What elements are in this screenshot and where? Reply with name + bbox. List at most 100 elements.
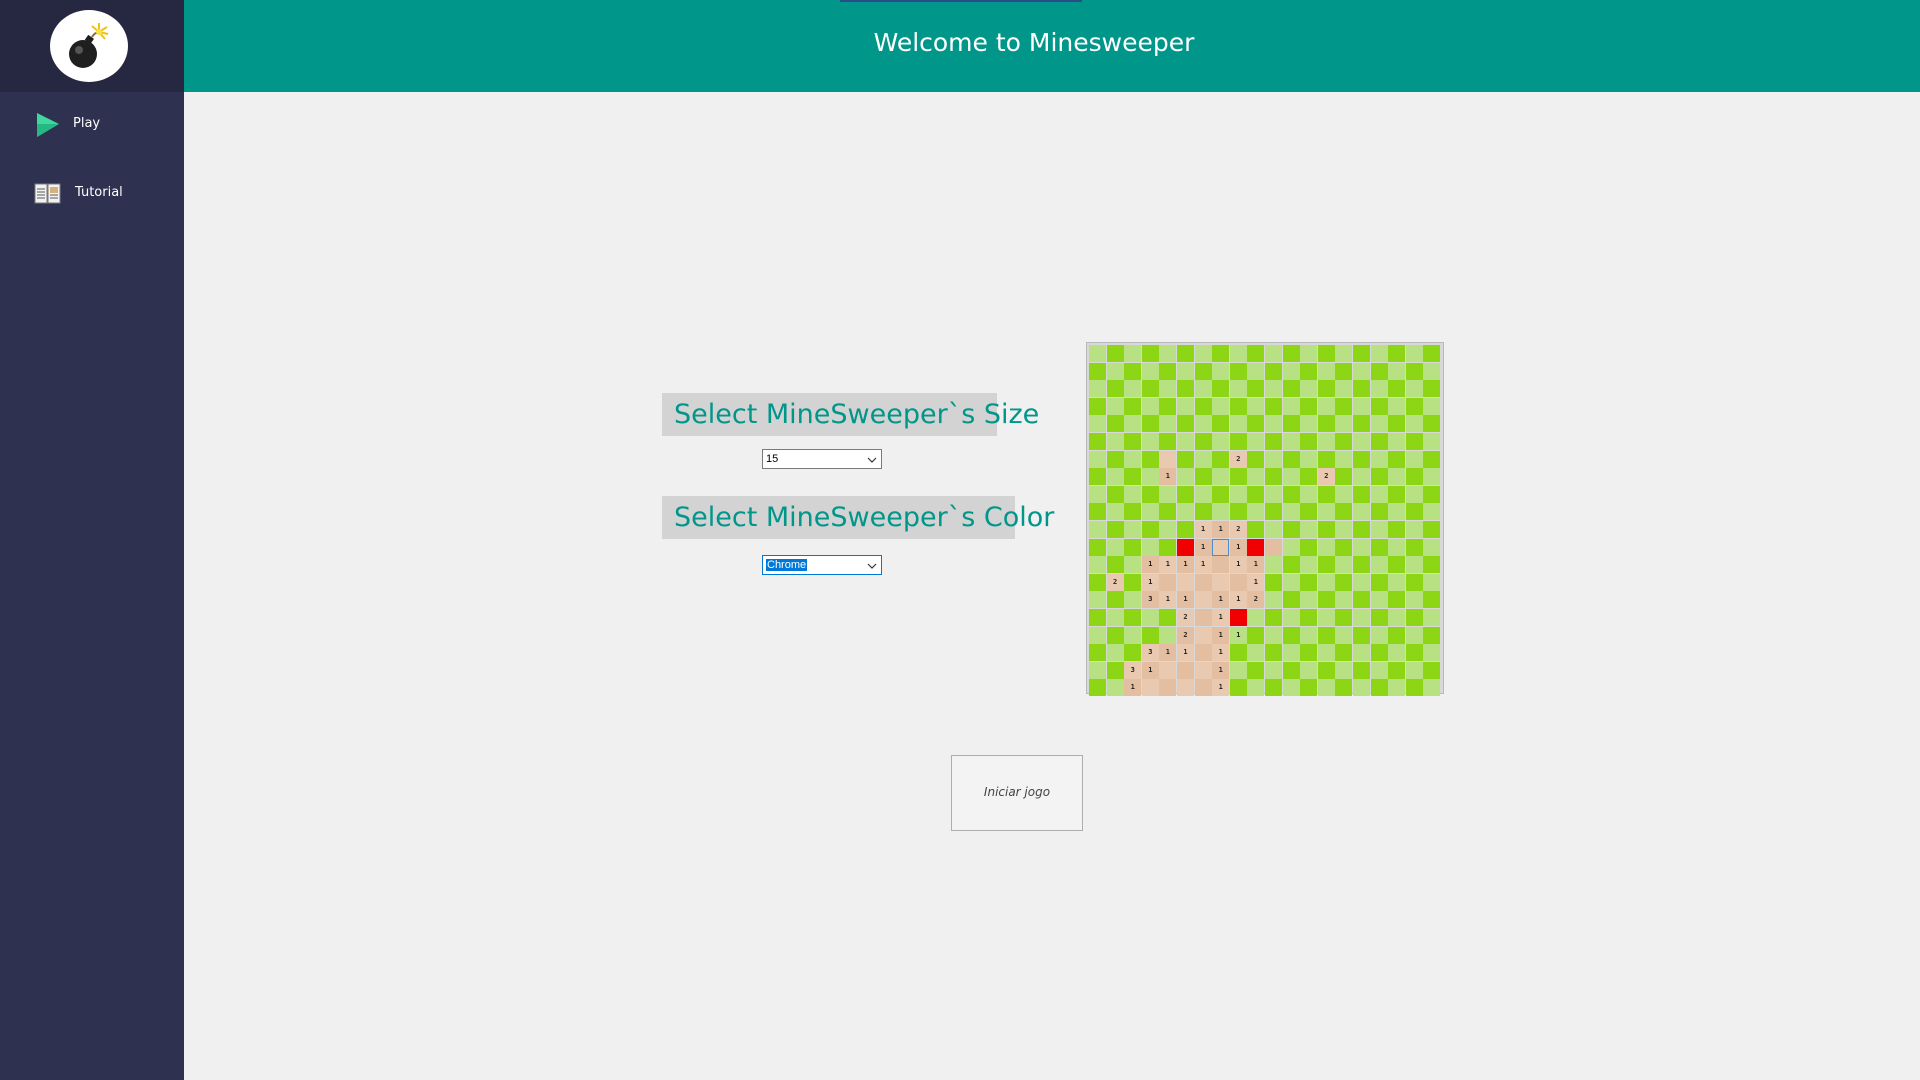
board-cell-hidden — [1388, 591, 1406, 609]
board-cell-hidden — [1194, 362, 1212, 380]
board-cell-hidden — [1423, 591, 1441, 609]
board-cell-hidden — [1265, 556, 1282, 574]
color-dropdown[interactable]: Chrome — [762, 555, 882, 575]
board-cell-number: 1 — [1194, 521, 1212, 538]
board-cell-hidden — [1247, 468, 1265, 486]
board-cell-hidden — [1106, 538, 1124, 556]
board-cell-hidden — [1212, 450, 1230, 468]
board-cell-hidden — [1282, 556, 1300, 574]
board-cell-hidden — [1353, 609, 1370, 626]
board-cell-hidden — [1388, 556, 1406, 574]
board-cell-hidden — [1405, 380, 1423, 398]
board-cell-hidden — [1300, 591, 1318, 609]
board-cell-hidden — [1265, 521, 1282, 538]
board-cell-hidden — [1194, 433, 1212, 450]
board-cell-hidden — [1265, 468, 1282, 486]
board-cell-number: 1 — [1229, 538, 1247, 556]
board-cell-hidden — [1265, 661, 1282, 679]
board-cell-hidden — [1089, 609, 1106, 626]
board-cell-hidden — [1353, 626, 1370, 644]
board-cell-hidden — [1370, 573, 1388, 591]
board-cell-hidden — [1124, 503, 1142, 521]
board-cell-hidden — [1423, 661, 1441, 679]
board-cell-hidden — [1124, 397, 1142, 415]
board-cell-hidden — [1405, 573, 1423, 591]
board-cell-hidden — [1370, 556, 1388, 574]
board-cell-hidden — [1388, 433, 1406, 450]
board-cell-hidden — [1124, 521, 1142, 538]
sidebar-item-label: Tutorial — [75, 185, 123, 200]
board-cell-hidden — [1177, 521, 1194, 538]
board-cell-number: 1 — [1194, 538, 1212, 556]
board-cell-hidden — [1247, 503, 1265, 521]
board-cell-hidden — [1247, 679, 1265, 697]
board-cell-revealed — [1229, 573, 1247, 591]
board-cell-hidden — [1370, 450, 1388, 468]
board-cell-hidden — [1335, 433, 1353, 450]
board-cell-hidden — [1265, 433, 1282, 450]
board-cell-hidden — [1229, 679, 1247, 697]
board-cell-hidden — [1265, 362, 1282, 380]
chevron-down-icon — [867, 563, 877, 569]
board-cell-hidden — [1265, 679, 1282, 697]
board-cell-hidden — [1423, 415, 1441, 433]
color-dropdown-value: Chrome — [766, 559, 808, 571]
board-cell-hidden — [1335, 538, 1353, 556]
board-cell-hidden — [1212, 415, 1230, 433]
board-cell-mine — [1229, 609, 1247, 626]
board-cell-hidden — [1405, 644, 1423, 662]
board-cell-hidden — [1405, 433, 1423, 450]
board-cell-hidden — [1229, 503, 1247, 521]
board-cell-hidden — [1335, 468, 1353, 486]
board-cell-hidden — [1177, 415, 1194, 433]
board-cell-revealed — [1159, 661, 1177, 679]
board-cell-hidden — [1335, 573, 1353, 591]
board-cell-hidden — [1317, 485, 1335, 503]
board-cell-hidden — [1159, 397, 1177, 415]
board-cell-hidden — [1141, 380, 1159, 398]
board-cell-hidden — [1423, 644, 1441, 662]
board-cell-revealed — [1194, 626, 1212, 644]
board-cell-hidden — [1212, 362, 1230, 380]
board-cell-hidden — [1229, 362, 1247, 380]
board-cell-number: 1 — [1141, 661, 1159, 679]
board-cell-hidden — [1388, 538, 1406, 556]
board-cell-revealed — [1212, 538, 1230, 556]
sidebar-item-play[interactable]: Play — [0, 102, 184, 148]
board-cell-number: 2 — [1317, 468, 1335, 486]
board-cell-hidden — [1282, 661, 1300, 679]
sidebar-item-tutorial[interactable]: Tutorial — [0, 171, 184, 217]
board-cell-number: 2 — [1229, 450, 1247, 468]
board-cell-number: 1 — [1229, 556, 1247, 574]
board-cell-hidden — [1388, 485, 1406, 503]
board-cell-number: 1 — [1229, 626, 1247, 644]
board-cell-hidden — [1229, 380, 1247, 398]
board-cell-hidden — [1282, 345, 1300, 362]
board-cell-hidden — [1317, 415, 1335, 433]
board-cell-hidden — [1282, 362, 1300, 380]
board-cell-hidden — [1159, 538, 1177, 556]
board-cell-hidden — [1265, 573, 1282, 591]
board-cell-hidden — [1265, 609, 1282, 626]
board-cell-hidden — [1159, 521, 1177, 538]
board-cell-hidden — [1335, 362, 1353, 380]
board-cell-hidden — [1265, 644, 1282, 662]
board-cell-hidden — [1353, 433, 1370, 450]
board-cell-hidden — [1317, 661, 1335, 679]
board-cell-hidden — [1089, 380, 1106, 398]
board-cell-hidden — [1300, 661, 1318, 679]
board-cell-hidden — [1194, 503, 1212, 521]
board-cell-hidden — [1300, 345, 1318, 362]
board-cell-hidden — [1177, 433, 1194, 450]
board-cell-hidden — [1124, 433, 1142, 450]
board-cell-hidden — [1229, 661, 1247, 679]
board-cell-hidden — [1106, 345, 1124, 362]
board-cell-hidden — [1388, 468, 1406, 486]
board-cell-number: 3 — [1124, 661, 1142, 679]
start-game-button[interactable]: Iniciar jogo — [951, 755, 1083, 831]
board-cell-hidden — [1089, 485, 1106, 503]
board-cell-hidden — [1124, 468, 1142, 486]
board-cell-hidden — [1089, 521, 1106, 538]
size-dropdown[interactable]: 15 — [762, 449, 882, 469]
board-cell-hidden — [1212, 397, 1230, 415]
